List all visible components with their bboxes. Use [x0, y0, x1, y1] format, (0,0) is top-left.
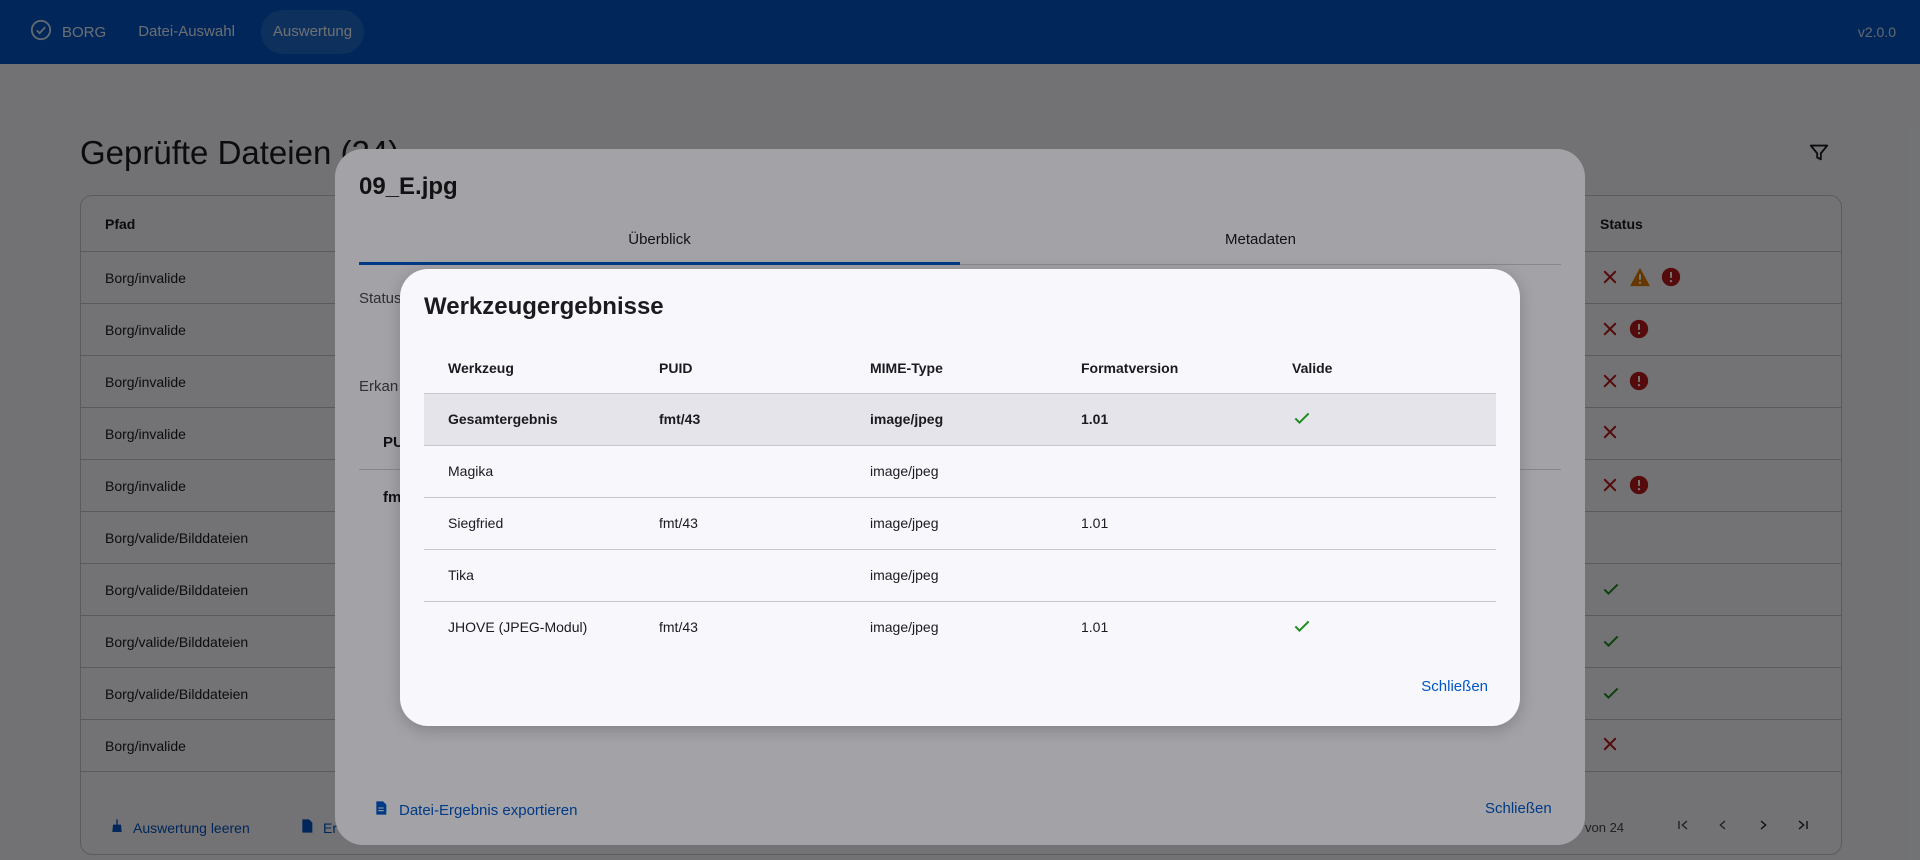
puid-cell	[635, 445, 846, 498]
tool-results-table: Werkzeug PUID MIME-Type Formatversion Va…	[424, 343, 1496, 653]
puid-cell: fmt/43	[635, 497, 846, 550]
werkzeug-cell: JHOVE (JPEG-Modul)	[448, 619, 588, 636]
mime-type-cell: image/jpeg	[846, 393, 1057, 446]
valide-cell	[1268, 445, 1496, 498]
puid-cell: fmt/43	[659, 619, 698, 636]
valide-cell	[1268, 601, 1496, 653]
formatversion-cell: 1.01	[1081, 619, 1109, 636]
puid-cell: fmt/43	[635, 393, 846, 446]
werkzeug-cell: Magika	[424, 445, 635, 498]
mime-type-cell: image/jpeg	[870, 619, 939, 636]
werkzeug-cell: Tika	[424, 549, 635, 602]
check-icon	[1292, 412, 1312, 431]
column-header-mime-type: MIME-Type	[846, 343, 1057, 394]
mime-type-cell: image/jpeg	[846, 445, 1057, 498]
table-header-row: Werkzeug PUID MIME-Type Formatversion Va…	[424, 343, 1496, 394]
valide-cell	[1268, 393, 1496, 446]
tool-dialog-close-button[interactable]: Schließen	[1421, 678, 1488, 695]
column-header-werkzeug: Werkzeug	[424, 343, 635, 394]
column-header-puid: PUID	[635, 343, 846, 394]
summary-row: Gesamtergebnis fmt/43 image/jpeg 1.01	[424, 393, 1496, 446]
werkzeug-cell: Siegfried	[424, 497, 635, 550]
tool-dialog-title: Werkzeugergebnisse	[424, 293, 664, 320]
table-row: Magika image/jpeg	[424, 445, 1496, 498]
table-row: JHOVE (JPEG-Modul) fmt/43 image/jpeg 1.01	[424, 601, 1496, 653]
tool-results-dialog: Werkzeugergebnisse Werkzeug PUID MIME-Ty…	[400, 269, 1520, 726]
check-icon	[1292, 620, 1312, 639]
tool-results-body: Gesamtergebnis fmt/43 image/jpeg 1.01 Magika…	[424, 393, 1496, 653]
column-header-valide: Valide	[1268, 343, 1496, 394]
werkzeug-cell: Gesamtergebnis	[424, 393, 635, 446]
valide-cell	[1268, 549, 1496, 602]
formatversion-cell: 1.01	[1057, 497, 1268, 550]
formatversion-cell: 1.01	[1057, 393, 1268, 446]
valide-cell	[1268, 497, 1496, 550]
table-row: Tika image/jpeg	[424, 549, 1496, 602]
formatversion-cell	[1057, 445, 1268, 498]
mime-type-cell: image/jpeg	[846, 549, 1057, 602]
formatversion-cell	[1057, 549, 1268, 602]
column-header-formatversion: Formatversion	[1057, 343, 1268, 394]
mime-type-cell: image/jpeg	[846, 497, 1057, 550]
table-row: Siegfried fmt/43 image/jpeg 1.01	[424, 497, 1496, 550]
puid-cell	[635, 549, 846, 602]
